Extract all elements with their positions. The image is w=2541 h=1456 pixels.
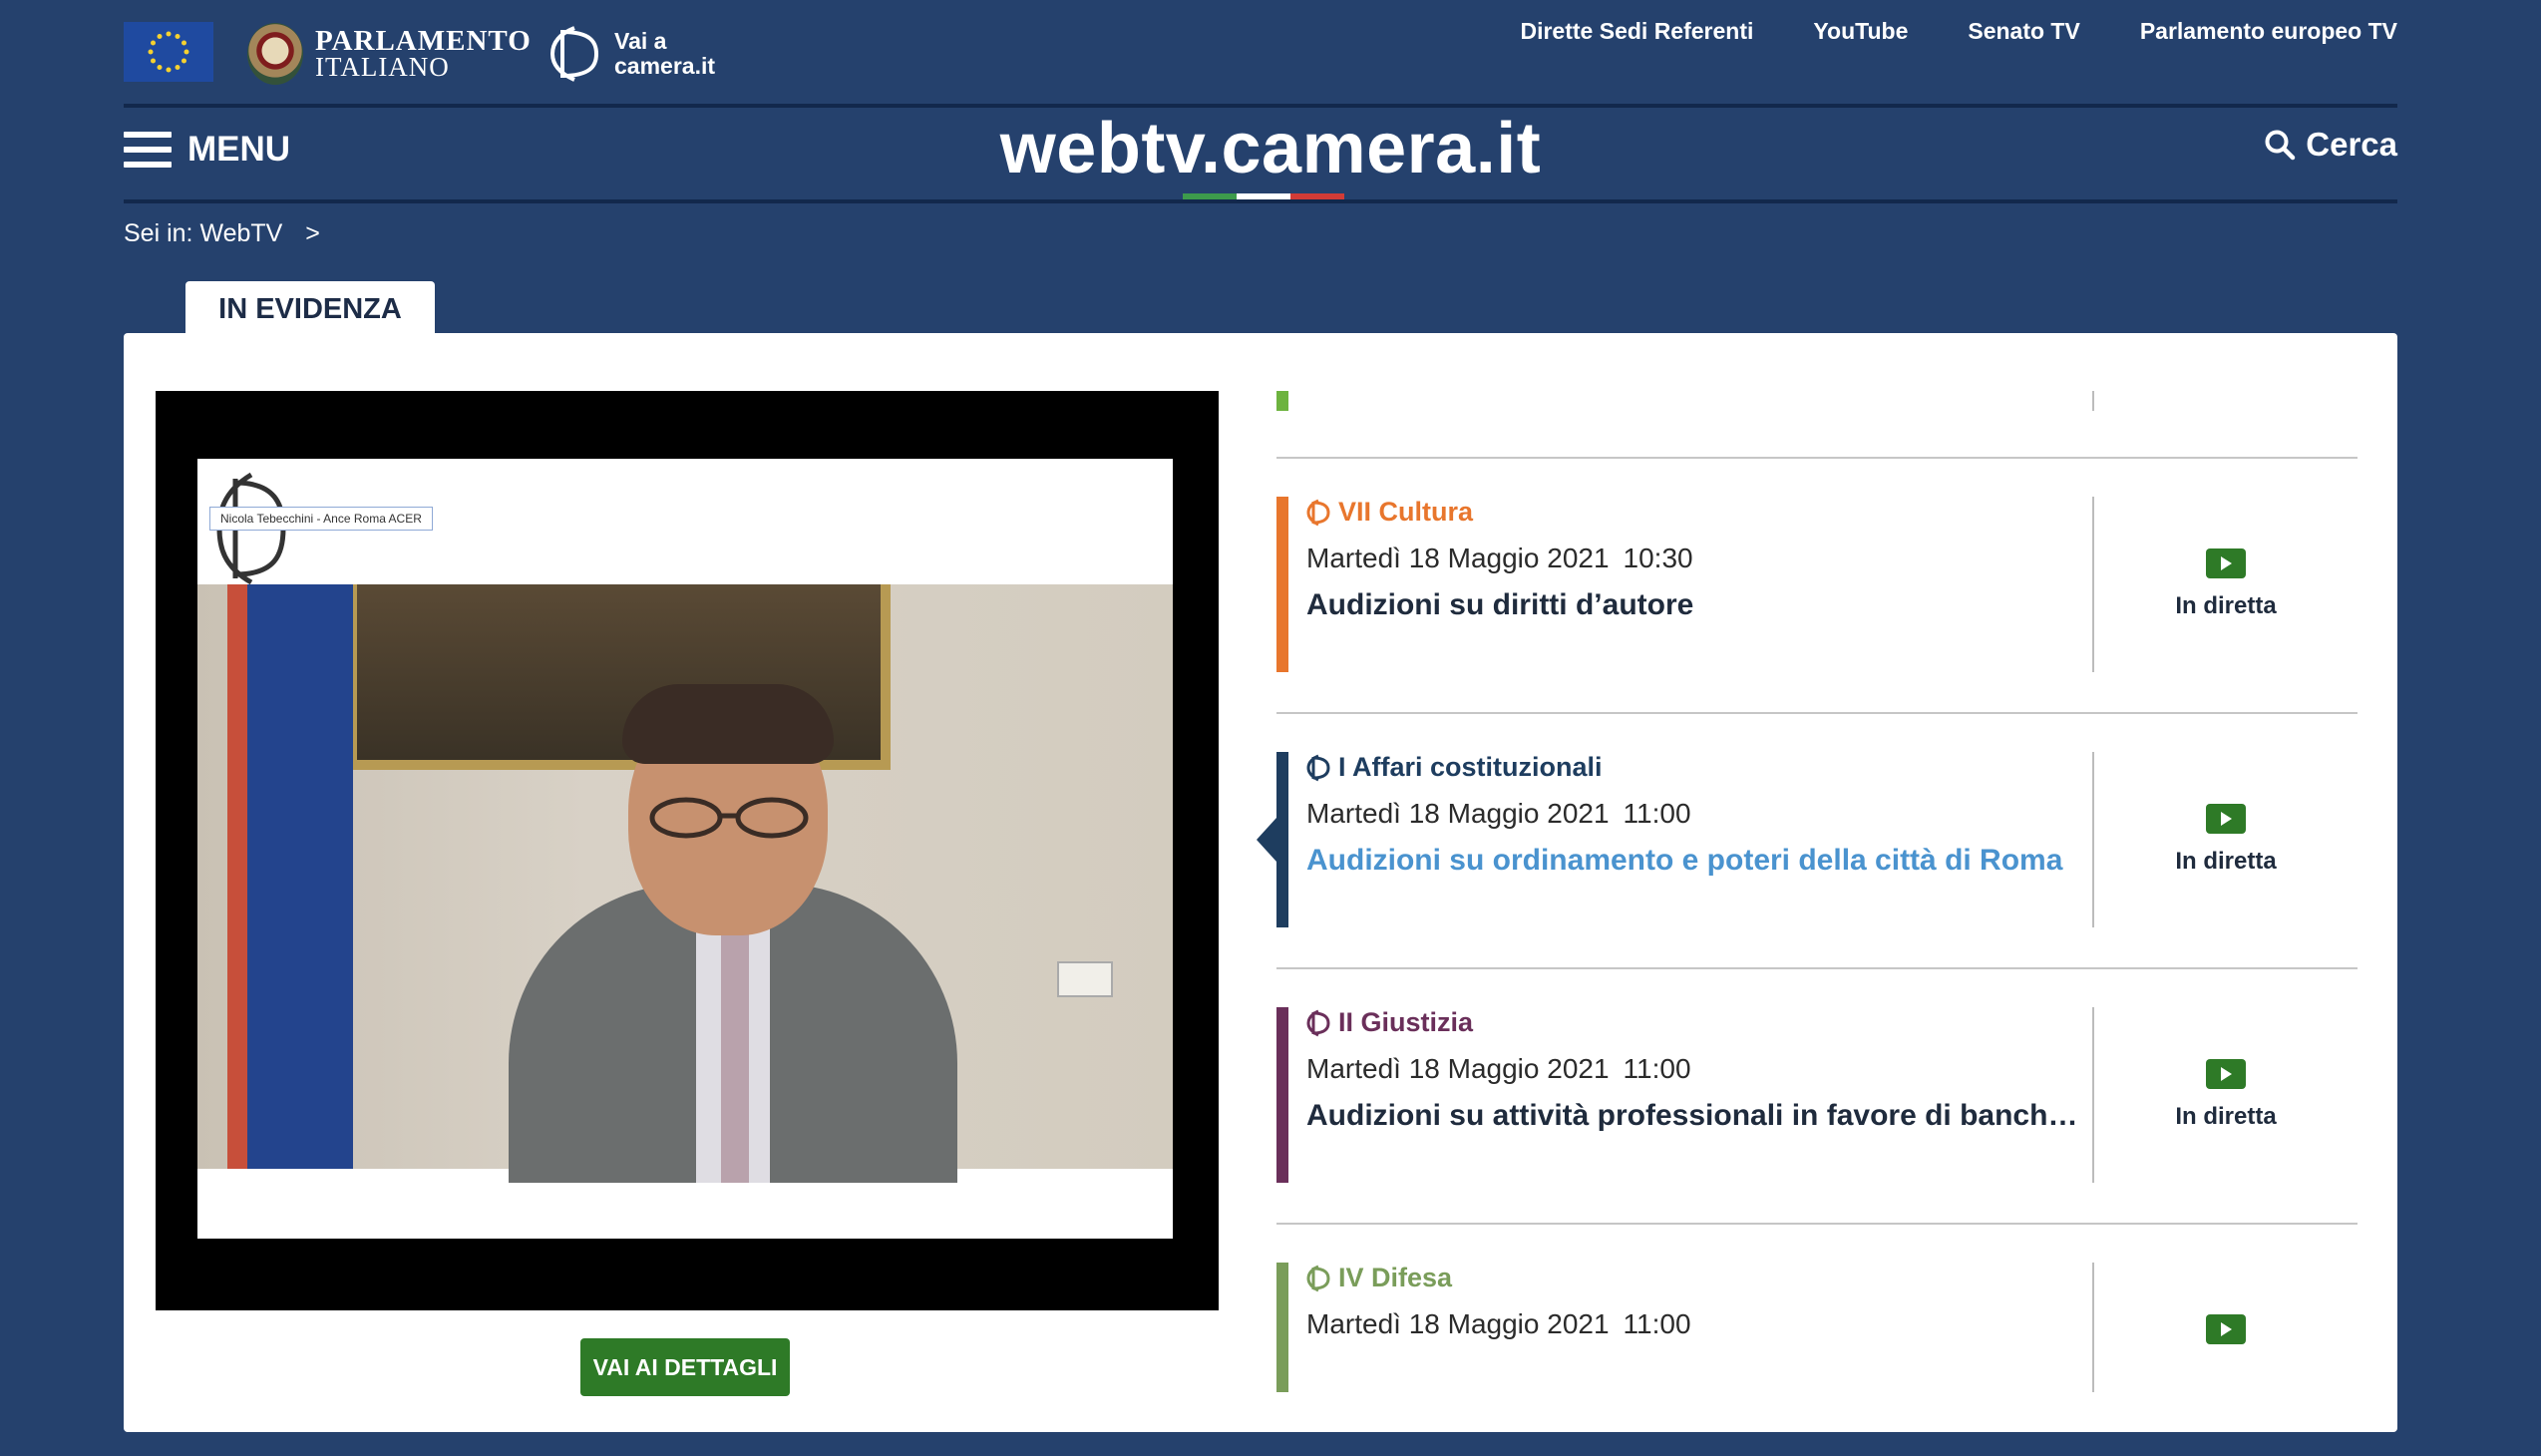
search-label: Cerca [2306, 126, 2397, 163]
commission-label: VII Cultura [1306, 497, 1473, 528]
live-indicator[interactable]: In diretta [2094, 1059, 2358, 1131]
list-item-stub [1276, 391, 1288, 411]
parlamento-line1: PARLAMENTO [315, 25, 532, 57]
video-player[interactable]: Nicola Tebecchini - Ance Roma ACER [156, 391, 1219, 1310]
commission-color-bar [1276, 497, 1288, 672]
camera-mini-icon [1306, 1009, 1330, 1036]
live-indicator[interactable] [2094, 1314, 2358, 1344]
event-title[interactable]: Audizioni su diritti d’autore [1306, 588, 2084, 622]
speaker-name-tag: Nicola Tebecchini - Ance Roma ACER [209, 507, 433, 531]
list-separator [1276, 457, 2358, 459]
live-label: In diretta [2175, 1103, 2277, 1130]
camera-logo-icon [549, 26, 599, 82]
commission-color-bar [1276, 752, 1288, 927]
link-parlamento-europeo-tv[interactable]: Parlamento europeo TV [2140, 18, 2397, 45]
italian-emblem-icon [247, 23, 303, 85]
play-icon [2206, 1314, 2246, 1344]
parlamento-italiano-logo[interactable]: PARLAMENTO ITALIANO [247, 18, 532, 90]
search-icon [2265, 130, 2296, 161]
event-title[interactable]: Audizioni su attività professionali in f… [1306, 1099, 2084, 1133]
flag-image [227, 584, 353, 1169]
breadcrumb-prefix: Sei in: [124, 219, 193, 247]
speaker-hair [622, 684, 834, 764]
commission-color-bar [1276, 1007, 1288, 1183]
site-title[interactable]: webtv.camera.it [0, 108, 2541, 189]
list-item-i-affari-costituzionali[interactable]: I Affari costituzionali Martedì 18 Maggi… [1257, 752, 2358, 927]
play-icon [2206, 804, 2246, 834]
live-label: In diretta [2175, 592, 2277, 619]
speaker-tie [721, 933, 749, 1183]
speaker-glasses [649, 797, 809, 839]
list-separator [1276, 967, 2358, 969]
play-icon [2206, 548, 2246, 578]
video-frame: Nicola Tebecchini - Ance Roma ACER [197, 459, 1173, 1239]
list-divider [2092, 391, 2094, 411]
live-indicator[interactable]: In diretta [2094, 804, 2358, 876]
vai-a-camera-link[interactable]: Vai a camera.it [548, 18, 715, 90]
breadcrumb: Sei in: WebTV > [124, 219, 320, 248]
breadcrumb-webtv[interactable]: WebTV [199, 219, 282, 247]
camera-mini-icon [1306, 1265, 1330, 1291]
link-senato-tv[interactable]: Senato TV [1968, 18, 2079, 45]
top-bar: PARLAMENTO ITALIANO Vai a camera.it Dire… [124, 18, 2397, 90]
list-item-ii-giustizia[interactable]: II Giustizia Martedì 18 Maggio 2021 11:00… [1276, 1007, 2358, 1183]
search-button[interactable]: Cerca [2264, 126, 2397, 164]
event-date: Martedì 18 Maggio 2021 10:30 [1306, 543, 1693, 573]
commission-label: IV Difesa [1306, 1263, 1452, 1293]
link-dirette-sedi-referenti[interactable]: Dirette Sedi Referenti [1520, 18, 1753, 45]
breadcrumb-separator: > [305, 219, 320, 247]
tab-in-evidenza[interactable]: IN EVIDENZA [185, 281, 435, 337]
list-item-vii-cultura[interactable]: VII Cultura Martedì 18 Maggio 2021 10:30 … [1276, 497, 2358, 672]
wall-socket [1057, 961, 1113, 997]
camera-link-line2: camera.it [614, 53, 716, 79]
active-item-arrow [1257, 818, 1276, 862]
live-indicator[interactable]: In diretta [2094, 548, 2358, 620]
commission-label: I Affari costituzionali [1306, 752, 1603, 783]
video-scene [197, 584, 1173, 1183]
play-icon [2206, 1059, 2246, 1089]
header-rule-bottom [124, 199, 2397, 203]
camera-mini-icon [1306, 754, 1330, 781]
commission-color-bar [1276, 1263, 1288, 1392]
camera-mini-icon [1306, 499, 1330, 526]
schedule-list: VII Cultura Martedì 18 Maggio 2021 10:30 … [1257, 333, 2358, 1432]
eu-flag-icon[interactable] [124, 22, 213, 82]
vai-ai-dettagli-button[interactable]: VAI AI DETTAGLI [580, 1338, 790, 1396]
event-title[interactable]: Audizioni su ordinamento e poteri della … [1306, 844, 2084, 878]
live-label: In diretta [2175, 848, 2277, 875]
list-separator [1276, 712, 2358, 714]
top-links: Dirette Sedi Referenti YouTube Senato TV… [1520, 18, 2397, 45]
event-date: Martedì 18 Maggio 2021 11:00 [1306, 798, 1691, 829]
commission-label: II Giustizia [1306, 1007, 1473, 1038]
list-separator [1276, 1223, 2358, 1225]
event-date: Martedì 18 Maggio 2021 11:00 [1306, 1308, 1691, 1339]
event-date: Martedì 18 Maggio 2021 11:00 [1306, 1053, 1691, 1084]
list-item-iv-difesa[interactable]: IV Difesa Martedì 18 Maggio 2021 11:00 [1276, 1263, 2358, 1432]
highlight-panel: Nicola Tebecchini - Ance Roma ACER VAI A… [124, 333, 2397, 1432]
parlamento-line2: ITALIANO [315, 52, 450, 82]
camera-link-line1: Vai a [614, 28, 667, 54]
link-youtube[interactable]: YouTube [1813, 18, 1908, 45]
